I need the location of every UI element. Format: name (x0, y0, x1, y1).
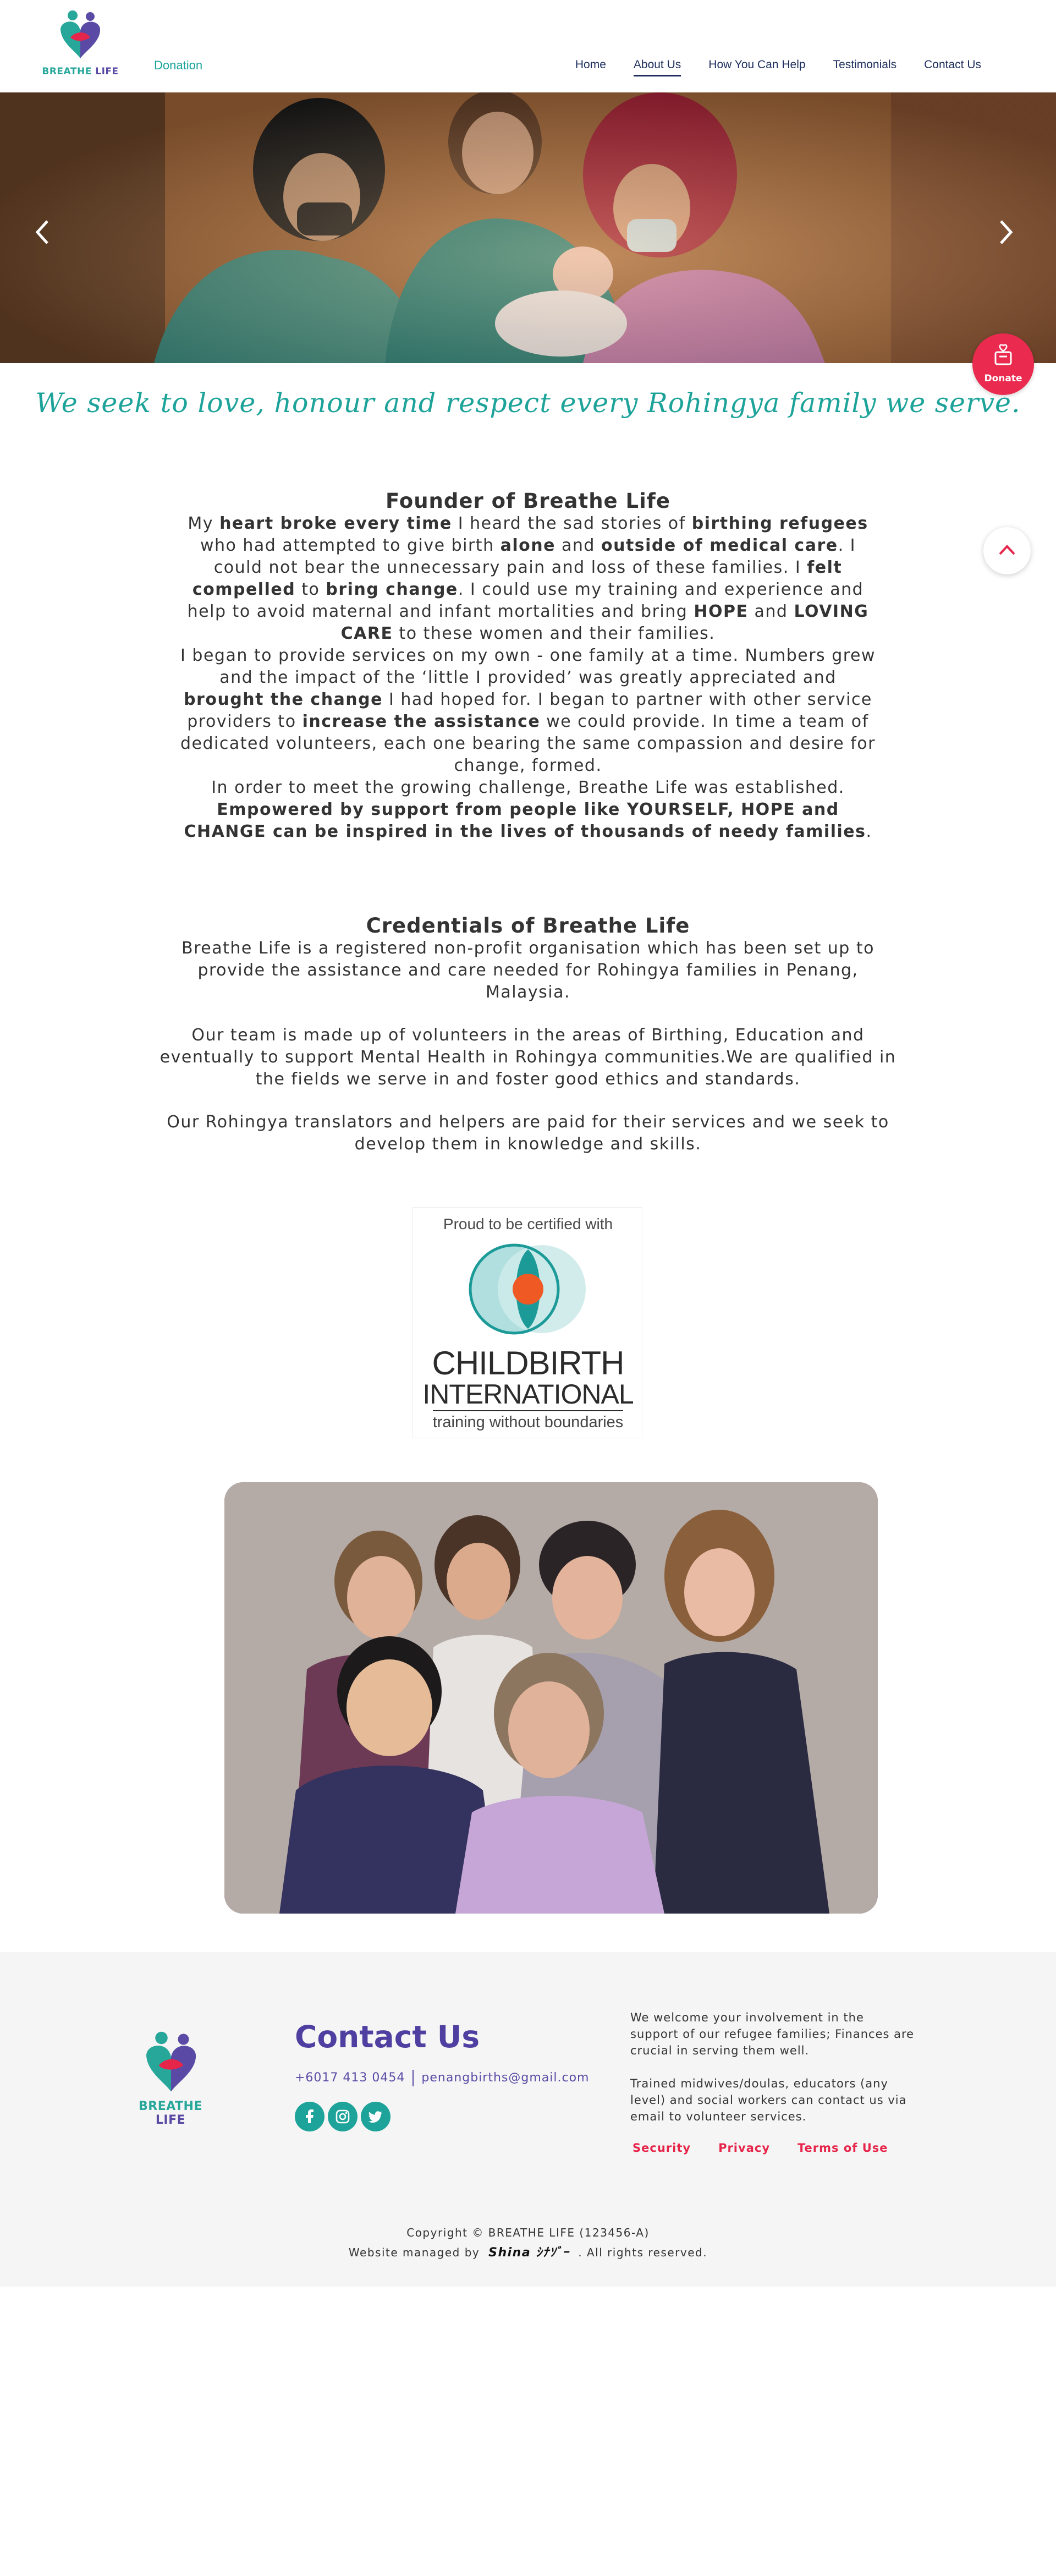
childbirth-international-logo-icon (469, 1243, 586, 1335)
footer-legal-links: Security Privacy Terms of Use (632, 2141, 888, 2155)
hero-overlay (0, 92, 1056, 363)
founder-body: My heart broke every time I heard the sa… (154, 513, 902, 843)
footer-brand-part2: LIFE (155, 2113, 186, 2127)
chevron-left-icon (35, 220, 48, 244)
twitter-link[interactable] (361, 2102, 391, 2131)
chevron-right-icon (1000, 220, 1013, 244)
credentials-body: Breathe Life is a registered non-profit … (154, 938, 902, 1155)
founder-title: Founder of Breathe Life (386, 489, 670, 513)
footer-info: We welcome your involvement in the suppo… (630, 2009, 916, 2125)
site-footer: BREATHE LIFE Contact Us +6017 413 0454 pe… (0, 1952, 1056, 2287)
team-photo (224, 1482, 878, 1914)
footer-wordmark: BREATHE LIFE (122, 2100, 219, 2127)
footer-link-privacy[interactable]: Privacy (718, 2141, 770, 2155)
nav-about-us[interactable]: About Us (633, 58, 681, 76)
shina-logo[interactable]: Shina ｼﾅｿﾞｰ (488, 2243, 569, 2260)
twitter-icon (368, 2111, 382, 2123)
nav-testimonials[interactable]: Testimonials (833, 58, 897, 76)
nav-home[interactable]: Home (575, 58, 606, 76)
hero-slider (0, 92, 1056, 363)
footer-contact-title: Contact Us (295, 2019, 480, 2054)
main-nav: Home About Us How You Can Help Testimoni… (575, 58, 981, 76)
managed-suffix: . All rights reserved. (578, 2246, 708, 2259)
footer-info-paragraph: We welcome your involvement in the suppo… (630, 2011, 915, 2057)
founder-paragraph-2: I began to provide services on my own - … (180, 646, 876, 775)
nav-contact-us[interactable]: Contact Us (924, 58, 981, 76)
footer-managed-by: Website managed by Shina ｼﾅｿﾞｰ . All rig… (0, 2243, 1056, 2260)
breathe-life-logo-icon (61, 10, 101, 58)
cert-divider (433, 1410, 623, 1411)
slider-prev-button[interactable] (34, 219, 51, 250)
slider-next-button[interactable] (998, 219, 1014, 250)
footer-logo[interactable]: BREATHE LIFE (122, 2029, 219, 2127)
credentials-title: Credentials of Breathe Life (366, 914, 690, 938)
brand-name-part1: BREATHE (42, 66, 92, 77)
nav-how-you-can-help[interactable]: How You Can Help (708, 58, 805, 76)
cert-line-3: training without boundaries (432, 1413, 624, 1431)
donate-label: Donate (984, 373, 1022, 384)
chevron-up-icon (999, 545, 1015, 555)
instagram-icon (336, 2109, 350, 2124)
footer-info-paragraph: Trained midwives/doulas, educators (any … (630, 2077, 907, 2123)
credentials-paragraph: Our Rohingya translators and helpers are… (167, 1112, 889, 1154)
instagram-link[interactable] (328, 2102, 358, 2131)
site-header: BREATHE LIFE Donation Home About Us How … (0, 0, 1056, 92)
breathe-life-logo-icon (146, 2031, 196, 2092)
cert-line-1: CHILDBIRTH (432, 1345, 625, 1382)
footer-contact-line: +6017 413 0454 penangbirths@gmail.com (295, 2070, 589, 2086)
managed-prefix: Website managed by (348, 2246, 480, 2259)
cert-proud-text: Proud to be certified with (443, 1215, 613, 1232)
brand-name-part2: LIFE (95, 66, 119, 77)
founder-paragraph-1: My heart broke every time I heard the sa… (187, 514, 869, 643)
credentials-paragraph: Breathe Life is a registered non-profit … (182, 939, 875, 1002)
contact-divider (413, 2070, 414, 2086)
cert-line-2: INTERNATIONAL (422, 1379, 634, 1410)
childbirth-international-badge[interactable]: Proud to be certified with CHILDBIRTH IN… (413, 1207, 642, 1438)
social-links (295, 2102, 391, 2131)
credentials-paragraph: Our team is made up of volunteers in the… (160, 1026, 897, 1089)
donate-button[interactable]: Donate (972, 333, 1034, 395)
founder-section: Founder of Breathe Life My heart broke e… (154, 490, 902, 843)
footer-link-security[interactable]: Security (632, 2141, 691, 2155)
footer-phone-link[interactable]: +6017 413 0454 (295, 2071, 405, 2085)
footer-brand-part1: BREATHE (138, 2100, 202, 2113)
founder-paragraph-3: In order to meet the growing challenge, … (184, 778, 872, 841)
nav-donation-link[interactable]: Donation (154, 58, 202, 73)
brand-logo[interactable]: BREATHE LIFE (42, 9, 119, 80)
footer-link-terms[interactable]: Terms of Use (798, 2141, 888, 2155)
credentials-section: Credentials of Breathe Life Breathe Life… (154, 914, 902, 1155)
team-photo-image (224, 1482, 878, 1914)
facebook-link[interactable] (295, 2102, 324, 2131)
mission-tagline: We seek to love, honour and respect ever… (35, 387, 1021, 419)
brand-wordmark: BREATHE LIFE (42, 66, 119, 77)
scroll-to-top-button[interactable] (983, 527, 1031, 574)
donation-box-icon (994, 344, 1012, 365)
footer-copyright: Copyright © BREATHE LIFE (123456-A) (406, 2226, 650, 2239)
facebook-icon (306, 2109, 314, 2123)
footer-email-link[interactable]: penangbirths@gmail.com (421, 2071, 589, 2085)
